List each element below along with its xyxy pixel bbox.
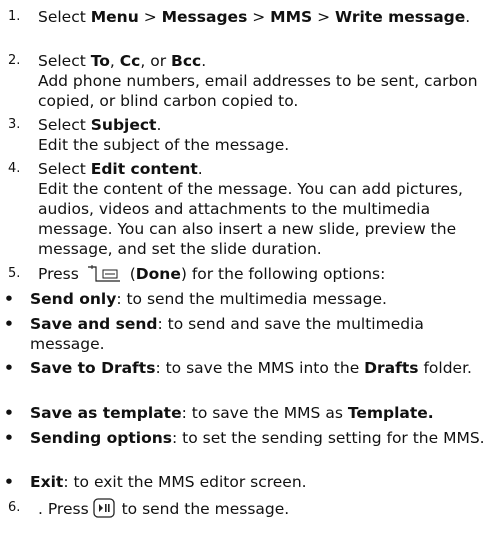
menu-term: Menu <box>90 8 139 26</box>
instruction-text: . <box>465 8 471 26</box>
instruction-text: ) for the following options: <box>180 265 386 283</box>
step-instruction: Select Edit content. <box>38 159 492 179</box>
menu-term: Messages <box>161 8 248 26</box>
instruction-text: to send the message. <box>116 500 290 518</box>
soft-key-icon <box>85 264 123 284</box>
step-6: 6. . Press to send the message. <box>8 498 492 519</box>
bullet-icon: • <box>4 429 14 447</box>
option-target: Drafts <box>364 359 419 377</box>
instruction-text: Select <box>38 116 91 134</box>
manual-page: 1. Select Menu > Messages > MMS > Write … <box>0 0 496 555</box>
field-term: Subject <box>90 116 157 134</box>
option-item: • Save and send: to send and save the mu… <box>0 314 492 354</box>
step-instruction: Select Subject. <box>38 115 492 135</box>
separator: > <box>312 8 335 26</box>
instruction-text: Select <box>38 8 91 26</box>
step-number: 4. <box>8 161 21 176</box>
step-2: 2. Select To, Cc, or Bcc. Add phone numb… <box>8 51 492 111</box>
option-name: Save to Drafts <box>30 359 156 377</box>
step-description: Edit the content of the message. You can… <box>38 180 463 258</box>
ok-key-icon <box>93 498 115 518</box>
option-description: : to set the sending setting for the MMS… <box>172 429 485 447</box>
field-term: Cc <box>119 52 141 70</box>
key-label: Done <box>135 265 181 283</box>
step-instruction: Select Menu > Messages > MMS > Write mes… <box>38 7 492 27</box>
option-description: : to save the MMS into the <box>155 359 365 377</box>
bullet-icon: • <box>4 473 14 491</box>
step-1: 1. Select Menu > Messages > MMS > Write … <box>8 7 492 27</box>
separator: , <box>109 52 120 70</box>
option-name: Sending options <box>30 429 173 447</box>
option-item: • Save to Drafts: to save the MMS into t… <box>0 358 492 378</box>
step-description: Edit the subject of the message. <box>38 136 290 154</box>
option-item: • Sending options: to set the sending se… <box>0 428 492 448</box>
option-name: Send only <box>30 290 117 308</box>
option-item: • Send only: to send the multimedia mess… <box>0 289 492 309</box>
menu-term: MMS <box>270 8 313 26</box>
instruction-text: . <box>201 52 207 70</box>
bullet-icon: • <box>4 315 14 333</box>
field-term: Bcc <box>171 52 202 70</box>
instruction-text: . <box>156 116 162 134</box>
option-item: • Exit: to exit the MMS editor screen. <box>0 472 492 492</box>
instruction-text: . <box>197 160 203 178</box>
instruction-text: ( <box>124 265 136 283</box>
option-description: : to exit the MMS editor screen. <box>63 473 307 491</box>
separator: , or <box>140 52 171 70</box>
option-name: Save as template <box>30 404 182 422</box>
menu-term: Write message <box>335 8 466 26</box>
bullet-icon: • <box>4 359 14 377</box>
step-number: 1. <box>8 9 21 24</box>
bullet-icon: • <box>4 404 14 422</box>
option-description: : to save the MMS as <box>181 404 348 422</box>
option-name: Save and send <box>30 315 158 333</box>
step-number: 5. <box>8 266 21 281</box>
step-3: 3. Select Subject. Edit the subject of t… <box>8 115 492 155</box>
step-instruction: . Press to send the message. <box>38 498 492 519</box>
option-name: Exit <box>30 473 64 491</box>
option-target: Template. <box>347 404 434 422</box>
option-description: : to send the multimedia message. <box>116 290 387 308</box>
step-5: 5. Press (Done) for the following option… <box>8 264 492 284</box>
option-description: folder. <box>418 359 472 377</box>
step-instruction: Press (Done) for the following options: <box>38 264 492 284</box>
step-number: 2. <box>8 53 21 68</box>
field-term: To <box>90 52 110 70</box>
step-4: 4. Select Edit content. Edit the content… <box>8 159 492 259</box>
instruction-text: Select <box>38 52 91 70</box>
step-number: 6. <box>8 500 21 515</box>
separator: > <box>138 8 162 26</box>
instruction-text: Press <box>38 265 79 283</box>
instruction-text: . Press <box>38 500 89 518</box>
step-instruction: Select To, Cc, or Bcc. <box>38 51 492 71</box>
bullet-icon: • <box>4 290 14 308</box>
option-item: • Save as template: to save the MMS as T… <box>0 403 492 423</box>
step-description: Add phone numbers, email addresses to be… <box>38 72 478 110</box>
step-number: 3. <box>8 117 21 132</box>
instruction-text: Select <box>38 160 91 178</box>
separator: > <box>247 8 271 26</box>
field-term: Edit content <box>90 160 198 178</box>
